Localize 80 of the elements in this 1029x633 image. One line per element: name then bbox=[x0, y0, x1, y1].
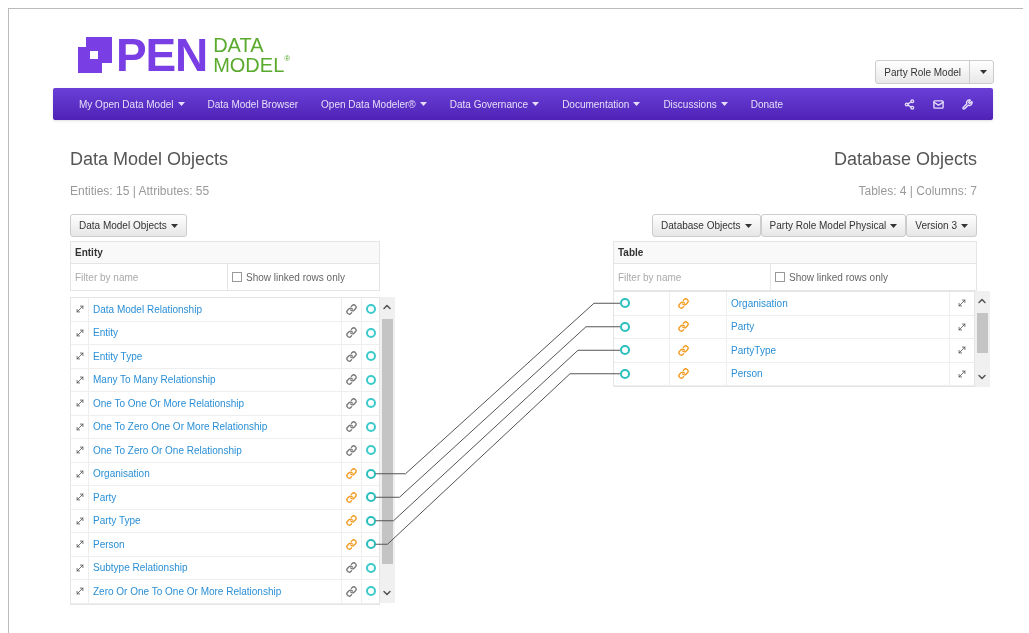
checkbox-label[interactable]: Show linked rows only bbox=[789, 269, 888, 285]
registered-mark: ® bbox=[284, 55, 291, 63]
checkbox[interactable] bbox=[232, 272, 242, 282]
scrollbar[interactable] bbox=[380, 297, 395, 603]
expand-icon[interactable] bbox=[957, 321, 967, 332]
entity-link[interactable]: Subtype Relationship bbox=[89, 560, 341, 576]
caret-icon bbox=[177, 102, 185, 106]
expand-icon[interactable] bbox=[74, 515, 85, 526]
checkbox-label[interactable]: Show linked rows only bbox=[246, 269, 345, 285]
nav-link[interactable]: Open Data Modeler® bbox=[321, 96, 427, 112]
entity-link[interactable]: One To One Or More Relationship bbox=[89, 395, 341, 411]
expand-icon[interactable] bbox=[957, 298, 967, 309]
filter-field[interactable]: Filter by name bbox=[613, 264, 771, 291]
nav-link[interactable]: Documentation bbox=[562, 96, 641, 112]
entity-link[interactable]: Entity Type bbox=[89, 348, 341, 364]
expand-icon[interactable] bbox=[74, 468, 85, 479]
expand-icon[interactable] bbox=[74, 539, 85, 550]
expand-icon[interactable] bbox=[74, 421, 85, 432]
caret-icon bbox=[532, 102, 540, 106]
section-title: Data Model Objects bbox=[70, 148, 230, 170]
summary-text: Tables: 4 | Columns: 7 bbox=[858, 183, 978, 200]
nav-link[interactable]: My Open Data Model bbox=[79, 96, 185, 112]
dropdown-button[interactable]: Database Objects bbox=[652, 214, 761, 237]
expand-icon[interactable] bbox=[74, 327, 85, 338]
dropdown-button[interactable]: Version 3 bbox=[906, 214, 977, 237]
table-header: Table bbox=[613, 241, 977, 264]
expand-icon[interactable] bbox=[74, 304, 85, 315]
expand-icon[interactable] bbox=[957, 368, 967, 379]
table-link[interactable]: PartyType bbox=[726, 339, 949, 362]
expand-icon[interactable] bbox=[957, 345, 967, 356]
mail-icon[interactable] bbox=[933, 98, 944, 110]
caret-icon bbox=[961, 223, 968, 228]
expand-icon[interactable] bbox=[74, 586, 85, 597]
expand-icon[interactable] bbox=[74, 445, 85, 456]
dropdown-button[interactable]: Data Model Objects bbox=[70, 214, 187, 237]
caret-icon bbox=[170, 223, 178, 228]
model-selector[interactable]: Party Role Model bbox=[875, 60, 994, 84]
entity-link[interactable]: One To Zero Or One Relationship bbox=[89, 442, 341, 458]
caret-icon bbox=[890, 223, 898, 228]
dropdown-button[interactable]: Party Role Model Physical bbox=[760, 214, 907, 237]
table-header: Entity bbox=[70, 241, 380, 264]
logo-word: PEN bbox=[116, 32, 208, 78]
entity-link[interactable]: Many To Many Relationship bbox=[89, 372, 341, 388]
table-link[interactable]: Party bbox=[726, 315, 949, 338]
wrench-icon[interactable] bbox=[962, 98, 973, 110]
entity-link[interactable]: Party bbox=[89, 489, 341, 505]
scroll-thumb[interactable] bbox=[382, 319, 393, 564]
scrollbar[interactable] bbox=[975, 291, 990, 387]
entity-link[interactable]: Organisation bbox=[89, 466, 341, 482]
section-title: Database Objects bbox=[833, 148, 978, 170]
table-link[interactable]: Organisation bbox=[726, 292, 949, 315]
expand-icon[interactable] bbox=[74, 398, 85, 409]
scroll-thumb[interactable] bbox=[977, 313, 988, 353]
nav-link[interactable]: Data Governance bbox=[449, 96, 540, 112]
model-selector-label[interactable]: Party Role Model bbox=[876, 61, 970, 83]
expand-icon[interactable] bbox=[74, 562, 85, 573]
caret-icon bbox=[419, 102, 427, 106]
logo-text: DATA bbox=[213, 35, 265, 55]
checkbox[interactable] bbox=[775, 272, 785, 282]
share-icon[interactable] bbox=[904, 98, 915, 110]
caret-icon bbox=[720, 102, 728, 106]
entity-link[interactable]: Party Type bbox=[89, 513, 341, 529]
table-link[interactable]: Person bbox=[726, 362, 949, 385]
nav-link[interactable]: Donate bbox=[750, 96, 783, 112]
caret-icon bbox=[980, 70, 987, 74]
entity-link[interactable]: Data Model Relationship bbox=[89, 301, 341, 317]
nav-link[interactable]: Data Model Browser bbox=[207, 96, 299, 112]
entity-link[interactable]: One To Zero One Or More Relationship bbox=[89, 419, 341, 435]
logo-text: MODEL bbox=[213, 55, 285, 75]
filter-field[interactable]: Filter by name bbox=[70, 264, 228, 291]
summary-text: Entities: 15 | Attributes: 55 bbox=[70, 183, 211, 200]
expand-icon[interactable] bbox=[74, 492, 85, 503]
entity-link[interactable]: Zero Or One To One Or More Relationship bbox=[89, 583, 341, 599]
expand-icon[interactable] bbox=[74, 351, 85, 362]
expand-icon[interactable] bbox=[74, 374, 85, 385]
caret-icon bbox=[633, 102, 641, 106]
caret-icon bbox=[744, 223, 752, 228]
nav-link[interactable]: Discussions bbox=[663, 96, 728, 112]
entity-link[interactable]: Person bbox=[89, 536, 341, 552]
entity-link[interactable]: Entity bbox=[89, 325, 341, 341]
